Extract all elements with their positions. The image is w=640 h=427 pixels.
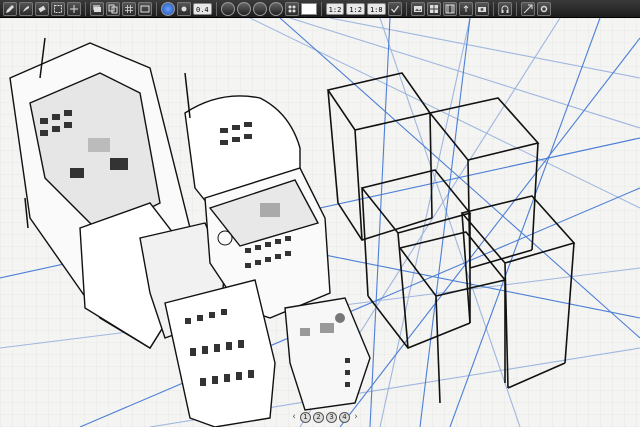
scale-button-2[interactable]: 1:2 [346, 2, 365, 15]
toolbar-divider [156, 1, 157, 16]
toolbar-divider [85, 1, 86, 16]
page-dot-1[interactable]: 1 [300, 412, 311, 423]
prev-page-button[interactable]: ‹ [290, 412, 298, 423]
rotate-right-icon[interactable] [236, 1, 251, 16]
next-page-button[interactable]: › [352, 412, 360, 423]
camera-icon[interactable] [474, 1, 489, 16]
scale-button-3[interactable]: 1:8 [366, 2, 386, 15]
zoom-level-field[interactable]: 0.4 [193, 2, 212, 15]
page-navigator: ‹ 1 2 3 4 › [290, 411, 360, 424]
photo-icon[interactable] [410, 1, 425, 16]
layers-icon[interactable] [90, 1, 104, 16]
brush-tool-icon[interactable] [19, 1, 33, 16]
grid-icon[interactable] [122, 1, 136, 16]
confirm-icon[interactable] [387, 1, 402, 16]
top-toolbar: 0.4 1:2 1:2 1:8 [0, 0, 640, 18]
page-dot-4[interactable]: 4 [339, 412, 350, 423]
pencil-tool-icon[interactable] [3, 1, 17, 16]
film-icon[interactable] [442, 1, 457, 16]
symmetry-icon[interactable] [284, 1, 299, 16]
page-dot-2[interactable]: 2 [313, 412, 324, 423]
toolbar-divider [405, 1, 407, 16]
drawing-canvas[interactable] [0, 18, 640, 427]
select-tool-icon[interactable] [51, 1, 65, 16]
share-icon[interactable] [458, 1, 473, 16]
toolbar-divider [515, 1, 517, 16]
current-color-swatch[interactable] [300, 2, 317, 15]
settings-icon[interactable] [536, 1, 551, 16]
rotate-left-icon[interactable] [220, 1, 235, 16]
flip-icon[interactable] [252, 1, 267, 16]
page-dot-3[interactable]: 3 [326, 412, 337, 423]
sketch-app: 0.4 1:2 1:2 1:8 ‹ 1 2 3 4 › [0, 0, 640, 427]
gallery-icon[interactable] [426, 1, 441, 16]
brush-size-icon[interactable] [177, 1, 191, 16]
toolbar-divider [320, 1, 322, 16]
scale-button-1[interactable]: 1:2 [325, 2, 345, 15]
color-picker-icon[interactable] [161, 1, 175, 16]
toolbar-divider [492, 1, 494, 16]
copy-icon[interactable] [106, 1, 120, 16]
transform-tool-icon[interactable] [67, 1, 81, 16]
canvas-size-icon[interactable] [138, 1, 152, 16]
expand-icon[interactable] [520, 1, 535, 16]
eraser-tool-icon[interactable] [35, 1, 49, 16]
toolbar-divider [215, 1, 217, 16]
headphones-icon[interactable] [497, 1, 512, 16]
check-icon[interactable] [268, 1, 283, 16]
